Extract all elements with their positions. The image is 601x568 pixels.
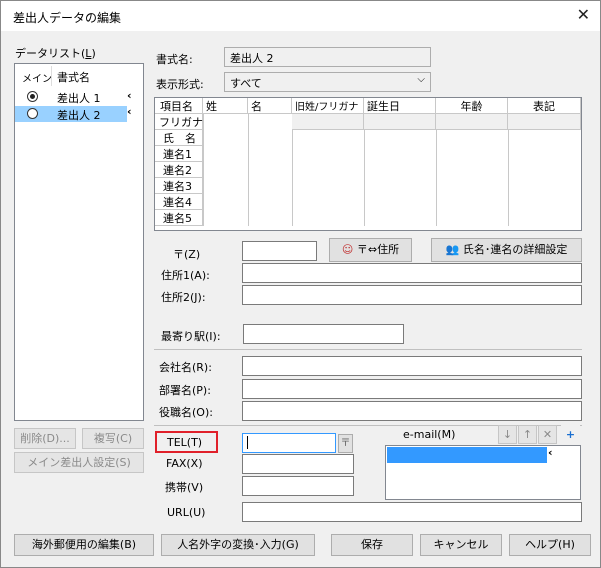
name-detail-label: 氏名･連名の詳細設定 xyxy=(462,243,568,256)
addr1-label: 住所1(A): xyxy=(161,269,210,282)
list-item-name: 差出人 2 xyxy=(57,109,101,122)
format-name-field[interactable]: 差出人 2 xyxy=(224,47,431,67)
grid-row-label: 連名3 xyxy=(155,178,203,194)
radio-dot-icon xyxy=(30,94,35,99)
grid-row-label: 連名5 xyxy=(155,210,203,226)
fax-input[interactable] xyxy=(242,454,354,474)
grid-header: 表記 xyxy=(508,98,581,114)
url-input[interactable] xyxy=(242,502,582,522)
fax-label: FAX(X) xyxy=(166,457,203,470)
close-icon[interactable]: ✕ xyxy=(577,6,590,24)
move-down-icon[interactable]: ↓ xyxy=(498,425,517,444)
grid-header: 年齢 xyxy=(436,98,508,114)
grid-row-label: 連名1 xyxy=(155,146,203,162)
display-format-value: すべて xyxy=(230,77,262,90)
grid-row-label: 連名4 xyxy=(155,194,203,210)
station-input[interactable] xyxy=(243,324,404,344)
grid-header: 名 xyxy=(248,98,292,114)
email-label: e-mail(M) xyxy=(403,428,456,441)
delete-button[interactable]: 削除(D)... xyxy=(14,428,76,449)
grid-header: 項目名 xyxy=(155,98,203,114)
zip-label: 〒(Z) xyxy=(173,248,201,261)
radio-main[interactable] xyxy=(27,108,38,119)
url-label: URL(U) xyxy=(167,506,206,519)
people-icon: 👥 xyxy=(445,243,460,256)
datalist-col-main: メイン xyxy=(22,74,52,85)
dept-input[interactable] xyxy=(242,379,582,399)
datalist-col-name: 書式名 xyxy=(57,71,90,84)
station-label: 最寄り駅(I): xyxy=(161,330,221,343)
set-main-button[interactable]: メイン差出人設定(S) xyxy=(14,452,144,473)
tel-input[interactable] xyxy=(242,433,336,453)
move-up-icon[interactable]: ↑ xyxy=(518,425,537,444)
name-detail-button[interactable]: 👥 氏名･連名の詳細設定 xyxy=(431,238,582,262)
company-input[interactable] xyxy=(242,356,582,376)
convert-name-char-button[interactable]: 人名外字の変換･入力(G) xyxy=(161,534,315,556)
addr2-label: 住所2(J): xyxy=(161,291,206,304)
window-title: 差出人データの編集 xyxy=(13,11,122,25)
list-item-name: 差出人 1 xyxy=(57,92,101,105)
mobile-input[interactable] xyxy=(242,476,354,496)
zip-input[interactable] xyxy=(242,241,317,261)
grid-vline xyxy=(508,130,509,226)
grid-vline xyxy=(248,114,249,226)
tel-type-button[interactable]: 〒 xyxy=(338,434,353,453)
position-title-input[interactable] xyxy=(242,401,582,421)
name-grid[interactable]: 項目名 姓 名 旧姓/フリガナ 誕生日 年齢 表記 フリガナ 氏 名 連名1 連… xyxy=(154,97,582,231)
zip-to-address-button[interactable]: ☺ 〒⇔住所 xyxy=(329,238,412,262)
grid-row-label: フリガナ xyxy=(155,114,203,130)
radio-main-selected[interactable] xyxy=(27,91,38,102)
dialog-window: 差出人データの編集 ✕ データリスト(L) メイン 書式名 差出人 1 ‹ 差出… xyxy=(0,0,601,568)
grid-row-label: 連名2 xyxy=(155,162,203,178)
face-icon: ☺ xyxy=(341,243,354,256)
list-item-selected[interactable]: 差出人 2 xyxy=(15,106,127,122)
dept-label: 部署名(P): xyxy=(159,384,211,397)
title-bar: 差出人データの編集 ✕ xyxy=(1,1,600,31)
delete-email-icon[interactable]: ✕ xyxy=(538,425,557,444)
display-format-select[interactable]: すべて ⌵ xyxy=(224,72,431,92)
tel-highlight-box: TEL(T) xyxy=(155,431,218,453)
datalist-label: データリスト(L) xyxy=(15,47,96,60)
grid-row-label: 氏 名 xyxy=(155,130,203,146)
format-name-label: 書式名: xyxy=(156,53,193,66)
grid-cell[interactable] xyxy=(436,114,508,130)
list-item[interactable]: 差出人 1 ‹ xyxy=(15,89,143,105)
datalist-box[interactable]: メイン 書式名 差出人 1 ‹ 差出人 2 ‹ xyxy=(14,63,144,421)
email-list[interactable]: ‹ xyxy=(385,445,581,500)
grid-vline xyxy=(436,130,437,226)
grid-vline xyxy=(292,130,293,226)
save-button[interactable]: 保存 xyxy=(331,534,413,556)
add-email-icon[interactable]: + xyxy=(561,425,580,444)
email-list-item-selected[interactable] xyxy=(387,447,547,463)
grid-cell[interactable] xyxy=(292,114,364,130)
addr2-input[interactable] xyxy=(242,285,582,305)
divider xyxy=(154,349,582,350)
help-button[interactable]: ヘルプ(H) xyxy=(509,534,591,556)
chevron-left-icon[interactable]: ‹ xyxy=(548,446,553,459)
chevron-down-icon: ⌵ xyxy=(417,74,425,85)
grid-cell[interactable] xyxy=(364,114,436,130)
grid-vline xyxy=(364,130,365,226)
tel-label: TEL(T) xyxy=(167,436,203,449)
overseas-edit-button[interactable]: 海外郵便用の編集(B) xyxy=(14,534,154,556)
display-format-label: 表示形式: xyxy=(156,78,204,91)
grid-header: 姓 xyxy=(203,98,248,114)
company-label: 会社名(R): xyxy=(159,361,212,374)
grid-vline xyxy=(203,114,204,226)
chevron-left-icon[interactable]: ‹ xyxy=(127,105,132,118)
mobile-label: 携帯(V) xyxy=(165,481,204,494)
grid-cell[interactable] xyxy=(508,114,581,130)
chevron-left-icon[interactable]: ‹ xyxy=(127,89,132,102)
cancel-button[interactable]: キャンセル xyxy=(420,534,502,556)
grid-header: 旧姓/フリガナ xyxy=(292,98,364,114)
zip-to-address-label: 〒⇔住所 xyxy=(356,243,400,256)
grid-header: 誕生日 xyxy=(364,98,436,114)
title-label: 役職名(O): xyxy=(159,406,213,419)
text-caret xyxy=(247,436,248,449)
copy-button[interactable]: 複写(C) xyxy=(82,428,144,449)
addr1-input[interactable] xyxy=(242,263,582,283)
col-divider xyxy=(51,66,52,86)
